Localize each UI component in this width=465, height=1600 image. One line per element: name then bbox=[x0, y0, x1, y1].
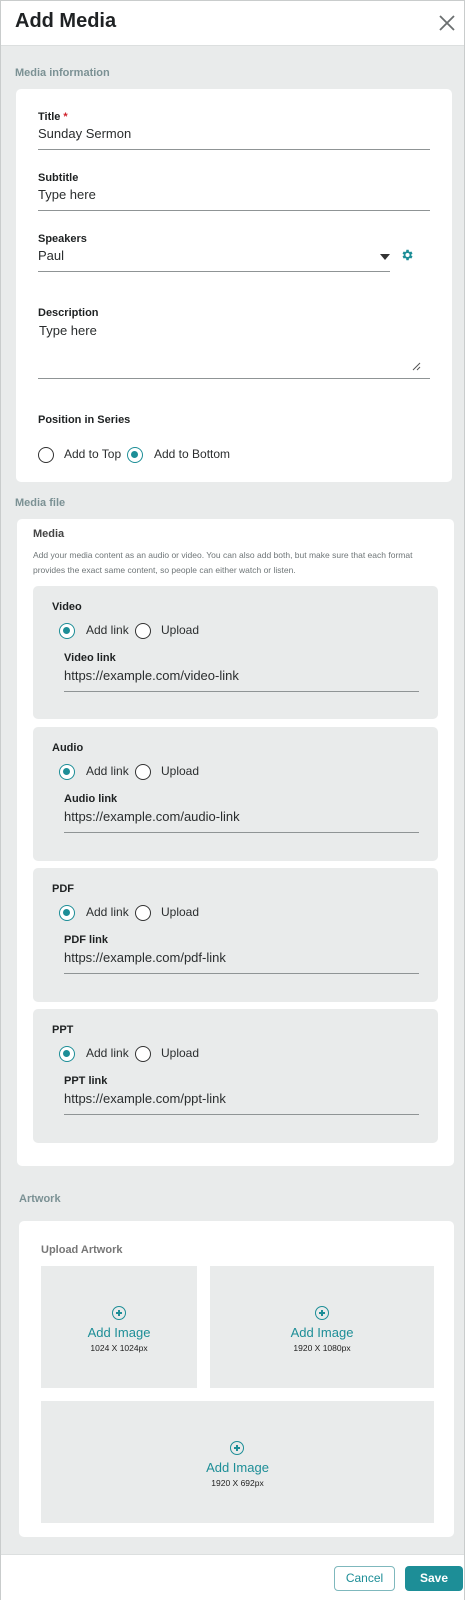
artwork-size-label: 1024 X 1024px bbox=[90, 1343, 148, 1353]
dialog-title: Add Media bbox=[15, 10, 117, 32]
artwork-size-label: 1920 X 1080px bbox=[293, 1343, 351, 1353]
media-hint-text: Add your media content as an audio or vi… bbox=[33, 550, 413, 575]
upload-artwork-title: Upload Artwork bbox=[41, 1244, 123, 1256]
cancel-button[interactable]: Cancel bbox=[334, 1566, 395, 1591]
dialog-footer: Cancel Save bbox=[1, 1554, 464, 1600]
subtitle-input[interactable]: Type here bbox=[38, 187, 96, 202]
add-circle-icon bbox=[315, 1306, 329, 1320]
audio-radio-upload[interactable] bbox=[135, 764, 151, 780]
ppt-link-input[interactable]: https://example.com/ppt-link bbox=[64, 1091, 226, 1106]
audio-link-label: Audio link bbox=[64, 793, 118, 805]
description-underline bbox=[38, 378, 430, 379]
pdf-radio-add-link[interactable] bbox=[59, 905, 75, 921]
audio-title: Audio bbox=[52, 742, 84, 754]
speakers-label: Speakers bbox=[38, 233, 87, 245]
video-radio-add-link[interactable] bbox=[59, 623, 75, 639]
artwork-tile-square[interactable]: Add Image 1024 X 1024px bbox=[41, 1266, 197, 1388]
artwork-tile-banner[interactable]: Add Image 1920 X 692px bbox=[41, 1401, 434, 1523]
video-radio-add-link-label: Add link bbox=[86, 623, 129, 637]
description-textarea[interactable]: Type here bbox=[39, 323, 97, 338]
audio-radio-add-link-label: Add link bbox=[86, 764, 129, 778]
ppt-radio-upload[interactable] bbox=[135, 1046, 151, 1062]
audio-radio-add-link[interactable] bbox=[59, 764, 75, 780]
add-circle-icon bbox=[230, 1441, 244, 1455]
dialog-header: Add Media bbox=[1, 1, 464, 46]
pdf-link-underline bbox=[64, 973, 419, 974]
add-image-label: Add Image bbox=[290, 1325, 354, 1340]
artwork-size-label: 1920 X 692px bbox=[211, 1478, 264, 1488]
close-icon[interactable] bbox=[437, 13, 457, 33]
ppt-radio-add-link[interactable] bbox=[59, 1046, 75, 1062]
dropdown-caret-icon[interactable] bbox=[380, 254, 390, 260]
add-image-label: Add Image bbox=[87, 1325, 151, 1340]
speakers-select[interactable]: Paul bbox=[38, 248, 64, 263]
description-label: Description bbox=[38, 307, 99, 319]
subtitle-label: Subtitle bbox=[38, 172, 79, 184]
required-mark: * bbox=[63, 111, 68, 123]
radio-add-to-bottom-label: Add to Bottom bbox=[154, 447, 231, 461]
video-link-underline bbox=[64, 691, 419, 692]
subtitle-underline bbox=[38, 210, 430, 211]
ppt-radio-upload-label: Upload bbox=[161, 1046, 200, 1060]
position-in-series-label: Position in Series bbox=[38, 414, 131, 426]
ppt-subcard: PPT Add link Upload PPT link https://exa… bbox=[33, 1009, 438, 1143]
pdf-subcard: PDF Add link Upload PDF link https://exa… bbox=[33, 868, 438, 1002]
title-label: Title * bbox=[38, 111, 68, 123]
add-image-label: Add Image bbox=[206, 1460, 269, 1475]
ppt-link-label: PPT link bbox=[64, 1075, 108, 1087]
add-media-dialog: Add Media Media information Title * Sunda… bbox=[0, 0, 465, 1600]
audio-radio-upload-label: Upload bbox=[161, 764, 200, 778]
pdf-radio-add-link-label: Add link bbox=[86, 905, 129, 919]
audio-link-underline bbox=[64, 832, 419, 833]
title-underline bbox=[38, 149, 430, 150]
media-card-title: Media bbox=[33, 528, 65, 540]
pdf-link-input[interactable]: https://example.com/pdf-link bbox=[64, 950, 226, 965]
add-circle-icon bbox=[112, 1306, 126, 1320]
pdf-link-label: PDF link bbox=[64, 934, 109, 946]
pdf-radio-upload[interactable] bbox=[135, 905, 151, 921]
save-button[interactable]: Save bbox=[405, 1566, 463, 1591]
pdf-radio-upload-label: Upload bbox=[161, 905, 200, 919]
section-label-artwork: Artwork bbox=[19, 1193, 61, 1205]
video-link-label: Video link bbox=[64, 652, 116, 664]
artwork-tile-wide[interactable]: Add Image 1920 X 1080px bbox=[210, 1266, 434, 1388]
gear-icon[interactable] bbox=[400, 248, 414, 262]
speakers-underline bbox=[38, 271, 390, 272]
video-radio-upload-label: Upload bbox=[161, 623, 200, 637]
video-subcard: Video Add link Upload Video link https:/… bbox=[33, 586, 438, 719]
section-label-media-file: Media file bbox=[15, 497, 66, 509]
ppt-radio-add-link-label: Add link bbox=[86, 1046, 129, 1060]
ppt-link-underline bbox=[64, 1114, 419, 1115]
resize-handle-icon[interactable] bbox=[412, 362, 421, 371]
radio-add-to-bottom[interactable] bbox=[127, 447, 143, 463]
section-label-media-information: Media information bbox=[15, 67, 110, 79]
radio-add-to-top-label: Add to Top bbox=[64, 447, 122, 461]
title-input[interactable]: Sunday Sermon bbox=[38, 126, 131, 141]
video-title: Video bbox=[52, 601, 82, 613]
pdf-title: PDF bbox=[52, 883, 74, 895]
audio-link-input[interactable]: https://example.com/audio-link bbox=[64, 809, 240, 824]
media-information-card: Title * Sunday Sermon Subtitle Type here … bbox=[16, 89, 452, 482]
audio-subcard: Audio Add link Upload Audio link https:/… bbox=[33, 727, 438, 861]
ppt-title: PPT bbox=[52, 1024, 74, 1036]
video-link-input[interactable]: https://example.com/video-link bbox=[64, 668, 239, 683]
radio-add-to-top[interactable] bbox=[38, 447, 54, 463]
video-radio-upload[interactable] bbox=[135, 623, 151, 639]
